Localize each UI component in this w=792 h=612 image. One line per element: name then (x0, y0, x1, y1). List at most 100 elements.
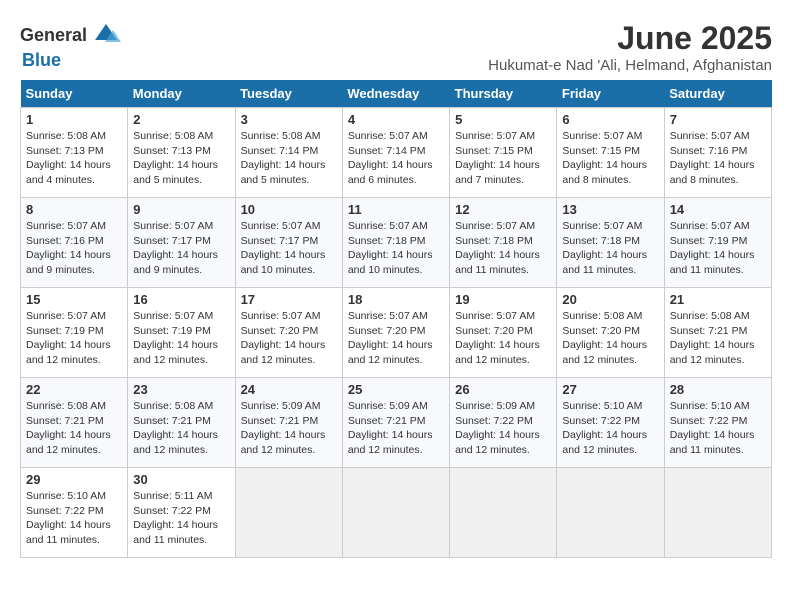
day-number: 21 (670, 292, 766, 307)
table-cell: 12 Sunrise: 5:07 AMSunset: 7:18 PMDaylig… (450, 198, 557, 288)
table-cell (450, 468, 557, 558)
day-number: 29 (26, 472, 122, 487)
table-cell: 19 Sunrise: 5:07 AMSunset: 7:20 PMDaylig… (450, 288, 557, 378)
day-detail: Sunrise: 5:07 AMSunset: 7:20 PMDaylight:… (455, 310, 540, 366)
table-cell: 25 Sunrise: 5:09 AMSunset: 7:21 PMDaylig… (342, 378, 449, 468)
day-detail: Sunrise: 5:07 AMSunset: 7:20 PMDaylight:… (348, 310, 433, 366)
col-monday: Monday (128, 80, 235, 108)
page-header: General Blue June 2025 Hukumat-e Nad 'Al… (20, 20, 772, 74)
day-number: 2 (133, 112, 229, 127)
table-cell: 4 Sunrise: 5:07 AMSunset: 7:14 PMDayligh… (342, 108, 449, 198)
day-number: 16 (133, 292, 229, 307)
table-cell: 13 Sunrise: 5:07 AMSunset: 7:18 PMDaylig… (557, 198, 664, 288)
day-detail: Sunrise: 5:07 AMSunset: 7:15 PMDaylight:… (562, 130, 647, 186)
day-number: 30 (133, 472, 229, 487)
table-cell: 30 Sunrise: 5:11 AMSunset: 7:22 PMDaylig… (128, 468, 235, 558)
day-detail: Sunrise: 5:07 AMSunset: 7:14 PMDaylight:… (348, 130, 433, 186)
table-cell: 9 Sunrise: 5:07 AMSunset: 7:17 PMDayligh… (128, 198, 235, 288)
day-number: 19 (455, 292, 551, 307)
table-cell: 17 Sunrise: 5:07 AMSunset: 7:20 PMDaylig… (235, 288, 342, 378)
table-cell: 18 Sunrise: 5:07 AMSunset: 7:20 PMDaylig… (342, 288, 449, 378)
col-friday: Friday (557, 80, 664, 108)
col-tuesday: Tuesday (235, 80, 342, 108)
week-row-3: 15 Sunrise: 5:07 AMSunset: 7:19 PMDaylig… (21, 288, 772, 378)
day-detail: Sunrise: 5:07 AMSunset: 7:15 PMDaylight:… (455, 130, 540, 186)
logo-general: General (20, 25, 87, 46)
day-detail: Sunrise: 5:10 AMSunset: 7:22 PMDaylight:… (562, 400, 647, 456)
day-number: 27 (562, 382, 658, 397)
table-cell: 15 Sunrise: 5:07 AMSunset: 7:19 PMDaylig… (21, 288, 128, 378)
title-section: June 2025 Hukumat-e Nad 'Ali, Helmand, A… (488, 20, 772, 74)
day-detail: Sunrise: 5:09 AMSunset: 7:21 PMDaylight:… (241, 400, 326, 456)
day-number: 3 (241, 112, 337, 127)
header-row: Sunday Monday Tuesday Wednesday Thursday… (21, 80, 772, 108)
table-cell: 21 Sunrise: 5:08 AMSunset: 7:21 PMDaylig… (664, 288, 771, 378)
col-wednesday: Wednesday (342, 80, 449, 108)
day-number: 26 (455, 382, 551, 397)
day-number: 24 (241, 382, 337, 397)
day-number: 7 (670, 112, 766, 127)
day-detail: Sunrise: 5:08 AMSunset: 7:21 PMDaylight:… (670, 310, 755, 366)
day-detail: Sunrise: 5:07 AMSunset: 7:19 PMDaylight:… (670, 220, 755, 276)
day-detail: Sunrise: 5:10 AMSunset: 7:22 PMDaylight:… (670, 400, 755, 456)
day-number: 25 (348, 382, 444, 397)
day-number: 1 (26, 112, 122, 127)
day-detail: Sunrise: 5:08 AMSunset: 7:21 PMDaylight:… (26, 400, 111, 456)
logo-icon (91, 20, 121, 50)
table-cell: 2 Sunrise: 5:08 AMSunset: 7:13 PMDayligh… (128, 108, 235, 198)
day-number: 14 (670, 202, 766, 217)
week-row-4: 22 Sunrise: 5:08 AMSunset: 7:21 PMDaylig… (21, 378, 772, 468)
day-detail: Sunrise: 5:07 AMSunset: 7:18 PMDaylight:… (348, 220, 433, 276)
day-number: 11 (348, 202, 444, 217)
table-cell: 1 Sunrise: 5:08 AMSunset: 7:13 PMDayligh… (21, 108, 128, 198)
day-number: 12 (455, 202, 551, 217)
logo: General Blue (20, 20, 121, 71)
table-cell (557, 468, 664, 558)
day-detail: Sunrise: 5:11 AMSunset: 7:22 PMDaylight:… (133, 490, 218, 546)
day-detail: Sunrise: 5:10 AMSunset: 7:22 PMDaylight:… (26, 490, 111, 546)
col-thursday: Thursday (450, 80, 557, 108)
table-cell: 27 Sunrise: 5:10 AMSunset: 7:22 PMDaylig… (557, 378, 664, 468)
week-row-2: 8 Sunrise: 5:07 AMSunset: 7:16 PMDayligh… (21, 198, 772, 288)
day-number: 20 (562, 292, 658, 307)
day-detail: Sunrise: 5:07 AMSunset: 7:17 PMDaylight:… (133, 220, 218, 276)
day-detail: Sunrise: 5:07 AMSunset: 7:19 PMDaylight:… (133, 310, 218, 366)
day-number: 5 (455, 112, 551, 127)
day-detail: Sunrise: 5:07 AMSunset: 7:18 PMDaylight:… (455, 220, 540, 276)
day-number: 4 (348, 112, 444, 127)
day-detail: Sunrise: 5:08 AMSunset: 7:13 PMDaylight:… (133, 130, 218, 186)
day-detail: Sunrise: 5:07 AMSunset: 7:16 PMDaylight:… (26, 220, 111, 276)
table-cell: 8 Sunrise: 5:07 AMSunset: 7:16 PMDayligh… (21, 198, 128, 288)
day-number: 15 (26, 292, 122, 307)
table-cell: 7 Sunrise: 5:07 AMSunset: 7:16 PMDayligh… (664, 108, 771, 198)
table-cell: 5 Sunrise: 5:07 AMSunset: 7:15 PMDayligh… (450, 108, 557, 198)
day-detail: Sunrise: 5:08 AMSunset: 7:20 PMDaylight:… (562, 310, 647, 366)
table-cell: 20 Sunrise: 5:08 AMSunset: 7:20 PMDaylig… (557, 288, 664, 378)
week-row-5: 29 Sunrise: 5:10 AMSunset: 7:22 PMDaylig… (21, 468, 772, 558)
day-number: 17 (241, 292, 337, 307)
table-cell: 26 Sunrise: 5:09 AMSunset: 7:22 PMDaylig… (450, 378, 557, 468)
day-number: 28 (670, 382, 766, 397)
day-number: 23 (133, 382, 229, 397)
table-cell: 28 Sunrise: 5:10 AMSunset: 7:22 PMDaylig… (664, 378, 771, 468)
day-number: 9 (133, 202, 229, 217)
table-cell: 11 Sunrise: 5:07 AMSunset: 7:18 PMDaylig… (342, 198, 449, 288)
day-number: 8 (26, 202, 122, 217)
day-number: 10 (241, 202, 337, 217)
day-detail: Sunrise: 5:09 AMSunset: 7:22 PMDaylight:… (455, 400, 540, 456)
day-detail: Sunrise: 5:08 AMSunset: 7:13 PMDaylight:… (26, 130, 111, 186)
table-cell: 23 Sunrise: 5:08 AMSunset: 7:21 PMDaylig… (128, 378, 235, 468)
day-detail: Sunrise: 5:07 AMSunset: 7:18 PMDaylight:… (562, 220, 647, 276)
table-cell: 22 Sunrise: 5:08 AMSunset: 7:21 PMDaylig… (21, 378, 128, 468)
table-cell: 10 Sunrise: 5:07 AMSunset: 7:17 PMDaylig… (235, 198, 342, 288)
table-cell: 16 Sunrise: 5:07 AMSunset: 7:19 PMDaylig… (128, 288, 235, 378)
day-number: 6 (562, 112, 658, 127)
table-cell: 14 Sunrise: 5:07 AMSunset: 7:19 PMDaylig… (664, 198, 771, 288)
day-detail: Sunrise: 5:08 AMSunset: 7:21 PMDaylight:… (133, 400, 218, 456)
table-cell: 24 Sunrise: 5:09 AMSunset: 7:21 PMDaylig… (235, 378, 342, 468)
day-detail: Sunrise: 5:07 AMSunset: 7:19 PMDaylight:… (26, 310, 111, 366)
table-cell: 3 Sunrise: 5:08 AMSunset: 7:14 PMDayligh… (235, 108, 342, 198)
day-detail: Sunrise: 5:08 AMSunset: 7:14 PMDaylight:… (241, 130, 326, 186)
table-cell (664, 468, 771, 558)
day-detail: Sunrise: 5:07 AMSunset: 7:20 PMDaylight:… (241, 310, 326, 366)
